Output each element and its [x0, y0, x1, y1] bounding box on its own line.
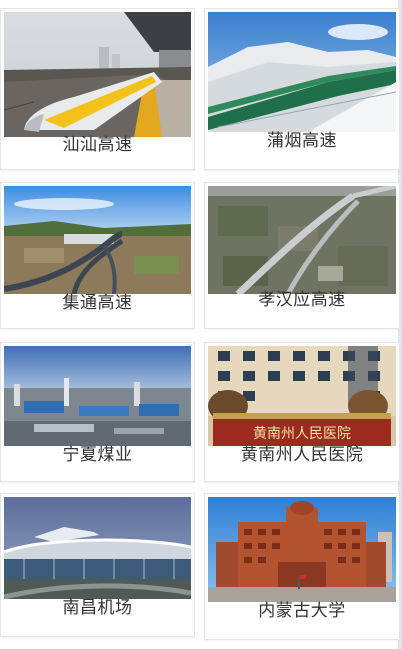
high-speed-train-photo: [4, 12, 191, 137]
project-label: 黄南州人民医院: [240, 445, 364, 465]
project-card-nanchang-airport[interactable]: 南昌机场: [0, 493, 195, 637]
snowy-highway-photo: [208, 12, 396, 132]
project-label: 内蒙古大学: [258, 601, 346, 621]
project-label: 汕汕高速: [62, 135, 133, 155]
project-label: 蒲烟高速: [267, 131, 337, 151]
industrial-plant-photo: [4, 346, 191, 446]
project-label: 宁夏煤业: [62, 445, 133, 465]
project-label: 南昌机场: [62, 598, 133, 618]
project-card-inner-mongolia-university[interactable]: 内蒙古大学: [204, 493, 400, 640]
project-card-jitong-expressway[interactable]: 集通高速: [0, 182, 195, 329]
hospital-building-photo: 黄南州人民医院: [208, 346, 396, 446]
airport-terminal-photo: [4, 497, 191, 599]
project-card-ningxia-coal[interactable]: 宁夏煤业: [0, 342, 195, 482]
highway-interchange-photo: [4, 186, 191, 294]
project-card-xiaohanying-expressway[interactable]: 孝汉应高速: [204, 182, 400, 329]
project-card-huangnan-hospital[interactable]: 黄南州人民医院 黄南州人民医院: [204, 342, 400, 482]
elevated-highway-photo: [208, 186, 396, 294]
university-building-photo: [208, 497, 396, 602]
project-label: 集通高速: [62, 293, 133, 313]
project-label: 孝汉应高速: [258, 290, 346, 310]
hospital-sign: 黄南州人民医院: [253, 425, 351, 442]
project-card-shanshan-expressway[interactable]: 汕汕高速: [0, 8, 195, 170]
project-card-puyan-expressway[interactable]: 蒲烟高速: [204, 8, 400, 170]
